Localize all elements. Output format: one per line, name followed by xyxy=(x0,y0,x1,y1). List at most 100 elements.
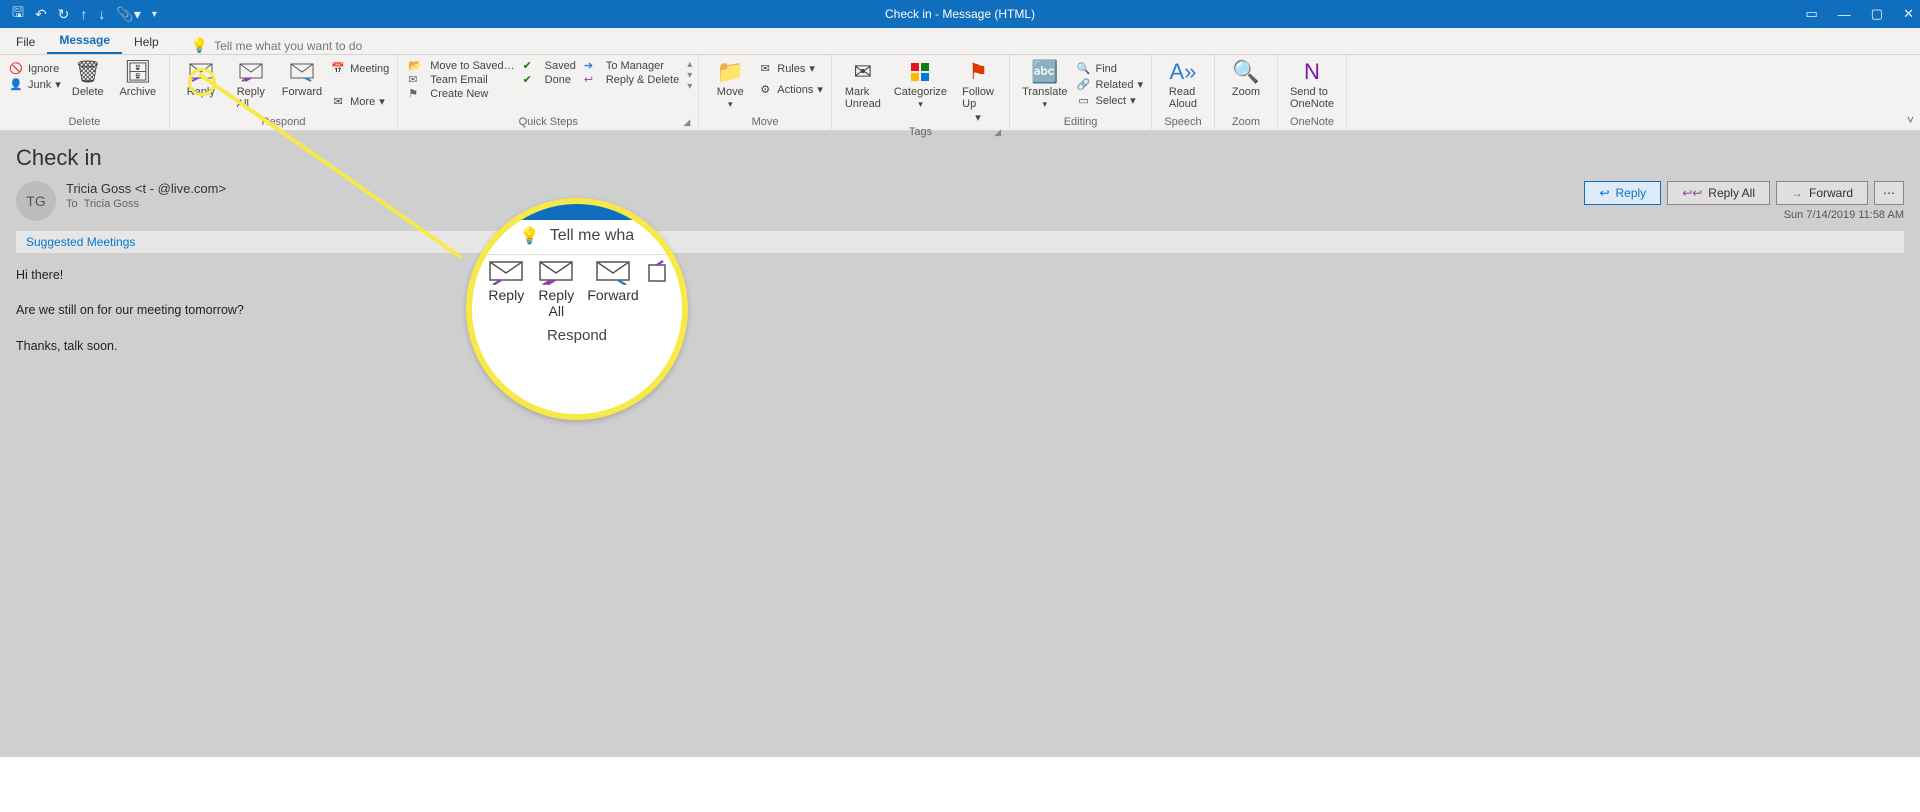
group-delete: 🚫Ignore 👤Junk ▾ 🗑Delete 🗄Archive Delete xyxy=(0,55,170,130)
select-button[interactable]: ▭Select ▾ xyxy=(1074,93,1145,108)
redo-icon[interactable]: ↻ xyxy=(58,6,70,23)
magnifier-group-label: Respond xyxy=(472,327,682,344)
header-more-button[interactable]: ⋯ xyxy=(1874,181,1904,205)
annotation-magnifier: 💡Tell me wha Reply Reply All Forward Res… xyxy=(466,198,688,420)
message-body: Hi there! Are we still on for our meetin… xyxy=(0,253,1920,757)
qs-create-new[interactable]: ⚑Create New xyxy=(408,87,514,100)
junk-button[interactable]: 👤Junk ▾ xyxy=(6,77,63,92)
translate-icon: 🔤 xyxy=(1031,59,1058,85)
qs-saved[interactable]: ✔Saved xyxy=(523,59,576,72)
body-line-3: Thanks, talk soon. xyxy=(16,336,1904,357)
group-speech-label: Speech xyxy=(1158,116,1208,130)
folder-move-icon: 📂 xyxy=(408,59,424,72)
flag-icon: ⚑ xyxy=(408,87,424,100)
header-actions: ↩Reply ↩↩Reply All →Forward ⋯ xyxy=(1584,181,1904,205)
calendar-icon: 📅 xyxy=(330,62,346,75)
header-reply-all-button[interactable]: ↩↩Reply All xyxy=(1667,181,1770,205)
save-icon[interactable]: 🖫 xyxy=(12,2,24,26)
forward-icon xyxy=(289,59,315,85)
menu-file[interactable]: File xyxy=(4,30,47,54)
find-button[interactable]: 🔍Find xyxy=(1074,61,1145,76)
qs-done[interactable]: ✔Done xyxy=(523,73,576,86)
message-date: Sun 7/14/2019 11:58 AM xyxy=(1584,209,1904,221)
minimize-icon[interactable]: — xyxy=(1838,7,1851,22)
maximize-icon[interactable]: ▢ xyxy=(1871,6,1883,22)
select-icon: ▭ xyxy=(1076,94,1092,107)
group-respond-label: Respond xyxy=(176,116,391,130)
envelope-icon: ✉ xyxy=(408,73,424,86)
tell-me-placeholder: Tell me what you want to do xyxy=(214,39,362,53)
header-reply-button[interactable]: ↩Reply xyxy=(1584,181,1661,205)
find-icon: 🔍 xyxy=(1076,62,1092,75)
magnifier-calendar xyxy=(647,259,667,319)
actions-button[interactable]: ⚙Actions ▾ xyxy=(755,82,825,97)
group-zoom: 🔍Zoom Zoom xyxy=(1215,55,1278,130)
translate-button[interactable]: 🔤Translate▾ xyxy=(1016,57,1073,112)
lightbulb-icon: 💡 xyxy=(191,37,208,54)
menu-message[interactable]: Message xyxy=(47,28,122,54)
archive-button[interactable]: 🗄Archive xyxy=(113,57,163,100)
menu-help[interactable]: Help xyxy=(122,30,171,54)
reply-all-icon xyxy=(238,59,264,85)
qs-to-manager[interactable]: ➔To Manager xyxy=(584,59,679,72)
dialog-launcher-icon[interactable]: ◢ xyxy=(994,127,1001,138)
from-line: Tricia Goss <t - @live.com> xyxy=(66,181,226,196)
subject: Check in xyxy=(16,145,1904,171)
group-quick-steps-label: Quick Steps◢ xyxy=(404,116,692,130)
suggested-meetings[interactable]: Suggested Meetings xyxy=(16,231,1904,253)
reply-icon: ↩ xyxy=(1599,186,1609,200)
delete-button[interactable]: 🗑Delete xyxy=(63,57,113,100)
window-controls: ▭ — ▢ ✕ xyxy=(1806,6,1915,22)
group-tags-label: Tags◢ xyxy=(838,126,1003,140)
more-icon: ✉ xyxy=(330,95,346,108)
group-tags: ✉Mark Unread Categorize▾ ⚑Follow Up ▾ Ta… xyxy=(832,55,1010,130)
categorize-button[interactable]: Categorize▾ xyxy=(888,57,953,112)
zoom-button[interactable]: 🔍Zoom xyxy=(1221,57,1271,100)
related-button[interactable]: 🔗Related ▾ xyxy=(1074,77,1145,92)
more-respond-button[interactable]: ✉More ▾ xyxy=(328,94,391,109)
rules-icon: ✉ xyxy=(757,62,773,75)
follow-up-button[interactable]: ⚑Follow Up ▾ xyxy=(953,57,1003,126)
dialog-launcher-icon[interactable]: ◢ xyxy=(683,117,690,128)
header-forward-button[interactable]: →Forward xyxy=(1776,181,1868,205)
forward-icon: → xyxy=(1791,186,1803,200)
next-icon[interactable]: ↓ xyxy=(98,6,105,22)
to-line: To Tricia Goss xyxy=(66,198,226,210)
qs-reply-delete[interactable]: ↩Reply & Delete xyxy=(584,73,679,86)
qs-team-email[interactable]: ✉Team Email xyxy=(408,73,514,86)
move-button[interactable]: 📁Move▾ xyxy=(705,57,755,112)
tell-me-search[interactable]: 💡 Tell me what you want to do xyxy=(191,37,363,54)
ribbon-display-icon[interactable]: ▭ xyxy=(1806,6,1818,22)
meeting-button[interactable]: 📅Meeting xyxy=(328,61,391,76)
undo-icon[interactable]: ↶ xyxy=(35,6,47,23)
related-icon: 🔗 xyxy=(1076,78,1092,91)
read-aloud-button[interactable]: A»Read Aloud xyxy=(1158,57,1208,112)
attach-icon[interactable]: 📎▾ xyxy=(116,6,140,23)
rules-button[interactable]: ✉Rules ▾ xyxy=(755,61,825,76)
collapse-ribbon-icon[interactable]: ˅ xyxy=(1907,113,1914,127)
onenote-icon: N xyxy=(1304,59,1320,85)
close-icon[interactable]: ✕ xyxy=(1903,6,1914,22)
message-header: Check in TG Tricia Goss <t - @live.com> … xyxy=(0,131,1920,253)
send-onenote-button[interactable]: NSend to OneNote xyxy=(1284,57,1340,112)
actions-icon: ⚙ xyxy=(757,83,773,96)
qs-move-saved[interactable]: 📂Move to Saved… xyxy=(408,59,514,72)
reply-all-button[interactable]: Reply All xyxy=(226,57,276,112)
magnifier-reply: Reply xyxy=(487,259,525,319)
mark-unread-button[interactable]: ✉Mark Unread xyxy=(838,57,888,112)
group-move-label: Move xyxy=(705,116,825,130)
group-quick-steps: 📂Move to Saved… ✉Team Email ⚑Create New … xyxy=(398,55,699,130)
folder-move-icon: 📁 xyxy=(717,59,744,85)
categorize-icon xyxy=(910,59,930,85)
avatar: TG xyxy=(16,181,56,221)
prev-icon[interactable]: ↑ xyxy=(80,6,87,22)
body-line-2: Are we still on for our meeting tomorrow… xyxy=(16,300,1904,321)
forward-button[interactable]: Forward xyxy=(276,57,328,100)
group-zoom-label: Zoom xyxy=(1221,116,1271,130)
group-onenote-label: OneNote xyxy=(1284,116,1340,130)
qs-scroll[interactable]: ▴▾▾ xyxy=(687,57,692,94)
qat-customize-icon[interactable]: ▾ xyxy=(152,9,157,20)
archive-icon: 🗄 xyxy=(124,59,152,85)
ignore-button[interactable]: 🚫Ignore xyxy=(6,61,63,76)
group-onenote: NSend to OneNote OneNote xyxy=(1278,55,1347,130)
